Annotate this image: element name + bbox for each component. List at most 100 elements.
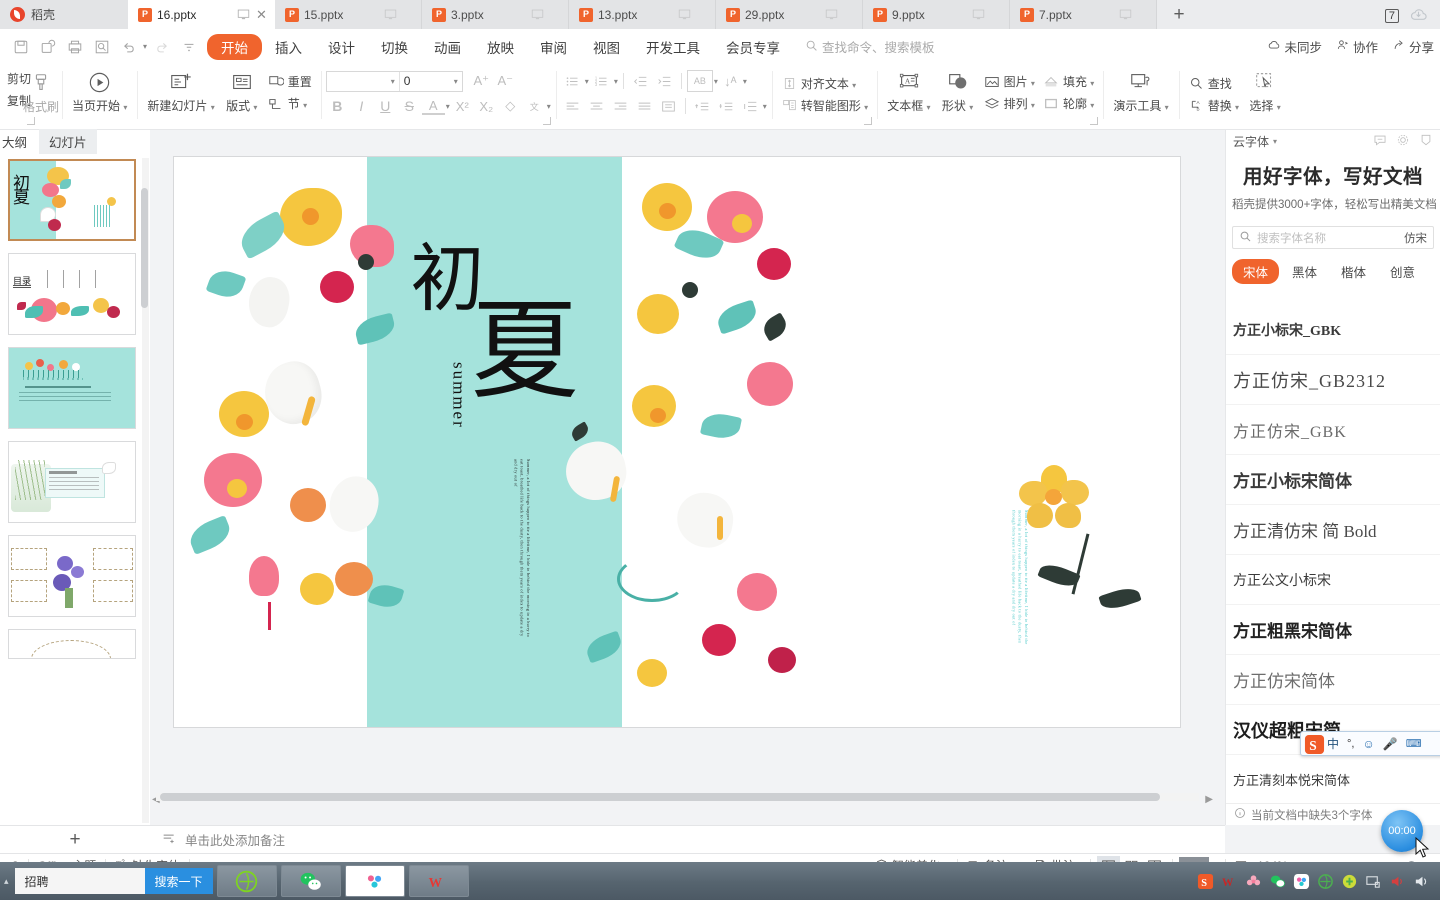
taskbar-app-wechat[interactable] [280, 865, 341, 897]
shrink-font-icon[interactable]: A⁻ [494, 70, 517, 92]
close-tab-icon[interactable]: ✕ [255, 7, 268, 23]
gear-icon[interactable] [1396, 133, 1410, 150]
font-list-item[interactable]: 方正小标宋简体 [1226, 455, 1440, 505]
convert-smartart-button[interactable]: 转智能图形 ▾ [777, 95, 872, 116]
taskbar-search-box[interactable]: 招聘 [14, 868, 145, 894]
undo-icon[interactable] [116, 34, 141, 59]
category-kaiti[interactable]: 楷体 [1330, 259, 1377, 284]
sync-status-button[interactable]: 未同步 [1267, 37, 1322, 56]
numbering-dropdown-icon[interactable]: ▾ [614, 77, 618, 86]
slide-thumbnail-5[interactable] [8, 535, 136, 617]
customize-qat-icon[interactable] [176, 34, 201, 59]
wps-icon[interactable]: W [1221, 873, 1238, 890]
sort-dropdown-icon[interactable]: ▾ [743, 77, 747, 86]
paragraph-spacing-dropdown-icon[interactable]: ▾ [763, 102, 767, 111]
shape-button[interactable]: 形状 ▾ [936, 67, 980, 116]
ribbon-tab-slideshow[interactable]: 放映 [474, 34, 527, 60]
phonetic-dropdown-icon[interactable]: ▾ [547, 102, 551, 111]
underline-icon[interactable]: U [374, 95, 397, 117]
font-search-input[interactable]: 搜索字体名称 仿宋 [1232, 226, 1434, 249]
ribbon-tab-developer[interactable]: 开发工具 [633, 34, 713, 60]
font-list-item[interactable]: 方正粗黑宋简体 [1226, 605, 1440, 655]
phonetic-guide-icon[interactable]: 文 [523, 95, 546, 117]
ribbon-tab-view[interactable]: 视图 [580, 34, 633, 60]
search-suggestion[interactable]: 仿宋 [1404, 230, 1427, 246]
category-songti[interactable]: 宋体 [1232, 259, 1280, 284]
wechat-icon[interactable] [1269, 873, 1286, 890]
bullet-dropdown-icon[interactable]: ▾ [585, 77, 589, 86]
save-icon[interactable] [8, 34, 33, 59]
ime-keyboard-icon[interactable]: ⌨ [1406, 737, 1422, 750]
strikethrough-icon[interactable]: S [398, 95, 421, 117]
bold-icon[interactable]: B [326, 95, 349, 117]
document-tab-4[interactable]: P 29.pptx ✕ [716, 0, 863, 29]
taskbar-app-wps[interactable]: W [408, 865, 469, 897]
ime-mode-label[interactable]: 中 [1327, 735, 1339, 752]
ime-emoji-icon[interactable]: ☺ [1362, 737, 1374, 751]
outline-button[interactable]: 轮廓 ▾ [1039, 93, 1098, 114]
browser-icon[interactable] [1317, 873, 1334, 890]
font-list-item[interactable]: 方正小标宋_GBK [1226, 305, 1440, 355]
category-heiti[interactable]: 黑体 [1281, 259, 1328, 284]
subscript-icon[interactable]: X₂ [475, 95, 498, 117]
line-spacing-sort-icon[interactable]: ↓ᴬ [719, 70, 742, 92]
picture-button[interactable]: 图片 ▾ [980, 71, 1039, 92]
format-painter-button[interactable]: 格式刷 [18, 68, 64, 117]
font-dialog-launcher[interactable] [542, 117, 551, 125]
font-list-item[interactable]: 方正仿宋_GB2312 [1226, 355, 1440, 405]
ime-floating-bar[interactable]: S 中 °, ☺ 🎤 ⌨ [1300, 731, 1440, 756]
ime-punctuation-icon[interactable]: °, [1347, 738, 1354, 750]
align-text-button[interactable]: 对齐文本 ▾ [777, 73, 872, 94]
reset-button[interactable]: 重置 [264, 71, 316, 92]
share-button[interactable]: 分享 [1392, 37, 1434, 56]
notes-pane[interactable]: 单击此处添加备注 [150, 825, 1225, 853]
ribbon-tab-transition[interactable]: 切换 [368, 34, 421, 60]
pin-icon[interactable] [1419, 133, 1433, 150]
collaborate-button[interactable]: 协作 [1336, 37, 1378, 56]
start-from-current-button[interactable]: 当页开始 ▾ [67, 67, 132, 116]
font-list-item[interactable]: 方正仿宋_GBK [1226, 405, 1440, 455]
ribbon-tab-insert[interactable]: 插入 [262, 34, 315, 60]
slide-editor-area[interactable]: 初 夏 summer Summer, a lot of things happe… [150, 130, 1225, 825]
taskbar-app-browser[interactable] [216, 865, 277, 897]
font-list-item[interactable]: 方正公文小标宋 [1226, 555, 1440, 605]
category-creative[interactable]: 创意 [1379, 259, 1426, 284]
ribbon-tab-member[interactable]: 会员专享 [713, 34, 793, 60]
document-tab-0[interactable]: P 16.pptx ✕ [128, 0, 275, 29]
document-tab-1[interactable]: P 15.pptx ✕ [275, 0, 422, 29]
slide-thumbnail-1[interactable]: 初夏 [8, 159, 136, 241]
tab-slides[interactable]: 幻灯片 [39, 129, 97, 154]
save-as-icon[interactable] [35, 34, 60, 59]
tab-count-badge[interactable]: 7 [1384, 8, 1399, 23]
find-button[interactable]: 查找 [1184, 73, 1243, 94]
align-center-icon[interactable] [585, 95, 608, 117]
decrease-indent-icon[interactable] [629, 70, 652, 92]
ribbon-tab-review[interactable]: 审阅 [527, 34, 580, 60]
clipboard-dialog-launcher[interactable] [27, 117, 35, 125]
chevron-down-icon[interactable]: ▾ [1273, 137, 1277, 146]
text-direction-icon[interactable]: AB [686, 70, 713, 92]
tab-outline[interactable]: 大纲 [0, 129, 37, 154]
slide-body-text[interactable]: Summer, a lot of things happen to tie a … [471, 459, 531, 639]
bullet-list-icon[interactable] [561, 70, 584, 92]
font-size-input[interactable]: 0 ▾ [400, 72, 462, 91]
ribbon-tab-start[interactable]: 开始 [207, 33, 263, 60]
comment-icon[interactable] [1373, 133, 1387, 150]
slide-thumbnail-3[interactable] [8, 347, 136, 429]
slide-thumbnail-2[interactable]: 目录 [8, 253, 136, 335]
brand-tab-docer[interactable]: 稻壳 [0, 0, 128, 29]
monitor-icon[interactable] [1119, 8, 1132, 21]
insert-dialog-launcher[interactable] [1090, 117, 1099, 125]
add-slide-button[interactable]: + [0, 825, 150, 853]
document-tab-5[interactable]: P 9.pptx ✕ [863, 0, 1010, 29]
slide-canvas[interactable]: 初 夏 summer Summer, a lot of things happe… [174, 157, 1180, 727]
accent-body-text[interactable]: Summer, a lot of things happen to tie a … [974, 510, 1029, 650]
section-button[interactable]: 节 ▾ [264, 93, 316, 114]
align-left-icon[interactable] [561, 95, 584, 117]
font-color-dropdown-icon[interactable]: ▾ [446, 102, 450, 111]
shield-icon[interactable] [1341, 873, 1358, 890]
font-list-item[interactable]: 方正清刻本悦宋简体 [1226, 755, 1440, 803]
network-icon[interactable] [1365, 873, 1382, 890]
paragraph-dialog-launcher[interactable] [864, 117, 873, 125]
superscript-icon[interactable]: X² [451, 95, 474, 117]
